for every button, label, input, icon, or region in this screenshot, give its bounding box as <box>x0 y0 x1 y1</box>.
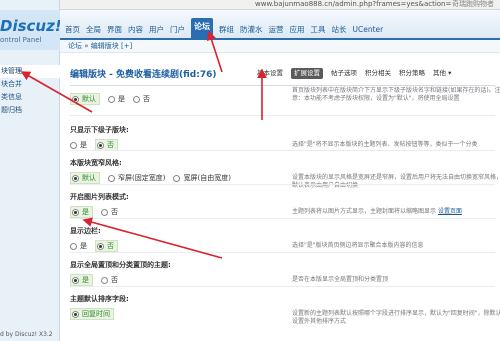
divider <box>70 115 495 116</box>
control-panel-subtitle: ontrol Panel <box>0 36 42 44</box>
nav-anti-spam[interactable]: 防灌水 <box>240 24 263 38</box>
nav-portal[interactable]: 门户 <box>170 24 185 38</box>
radio-yes[interactable] <box>72 208 79 216</box>
setting-label: 主题默认排序字段: <box>70 295 129 303</box>
option-default[interactable]: 默认 <box>70 93 100 105</box>
radio-yes[interactable] <box>72 276 79 284</box>
setting-hint: 选择"是"将不显示本版块的主题列表、发帖按钮等等，类似于一个分类 <box>292 141 478 148</box>
page-title: 编辑版块 - 免费收看连续剧(fid:76) <box>70 70 217 80</box>
discuz-logo: Discuz! <box>0 17 62 35</box>
nav-ucenter[interactable]: UCenter <box>353 24 384 38</box>
settings-tabs: 基本设置 扩展设置 帖子选项 积分相关 积分策略 其他 ▾ <box>257 68 459 79</box>
radio-yes[interactable] <box>108 95 115 103</box>
radio-wide[interactable] <box>173 174 181 182</box>
nav-tools[interactable]: 工具 <box>311 24 326 38</box>
nav-home[interactable]: 首页 <box>65 24 80 38</box>
nav-operations[interactable]: 运营 <box>269 24 284 38</box>
powered-by: d by Discuz! X3.2 <box>0 331 53 338</box>
radio-yes[interactable] <box>70 242 77 250</box>
tab-basic-settings[interactable]: 基本设置 <box>257 68 283 79</box>
address-url[interactable]: www.bajunmao888.cn/admin.php?frames=yes&… <box>255 0 451 9</box>
setting-default-sort: 主题默认排序字段: 回复时间 设置新的主题列表默认按照哪个字段进行排序显示，默认… <box>70 294 500 325</box>
breadcrumb[interactable]: 论坛 » 编辑版块 [+] <box>60 40 500 53</box>
tab-post-options[interactable]: 帖子选项 <box>331 68 357 79</box>
setting-only-subforums: 只显示下级子版块: 是 否 选择"是"将不显示本版块的主题列表、发帖按钮等等，类… <box>70 125 500 151</box>
option-narrow[interactable]: 窄屏(固定宽度) <box>108 173 165 183</box>
radio-no[interactable] <box>133 95 140 103</box>
radio-no[interactable] <box>97 242 104 250</box>
setting-label: 开启图片列表模式: <box>70 193 129 201</box>
sidebar-item-category-info[interactable]: 类信息 <box>0 91 60 104</box>
option-yes[interactable]: 是 <box>70 241 87 251</box>
nav-interface[interactable]: 界面 <box>107 24 122 38</box>
main-content: 编辑版块 - 免费收看连续剧(fid:76) 基本设置 扩展设置 帖子选项 积分… <box>60 53 500 341</box>
setting-show-subforums: 默认 是 否 首页版块列表中在版块简介下方显示下级子版块名字和链接(如果存在的话… <box>70 87 500 105</box>
divider <box>70 150 495 151</box>
nav-users[interactable]: 用户 <box>149 24 164 38</box>
radio-no[interactable] <box>101 208 108 216</box>
option-no[interactable]: 否 <box>133 94 150 104</box>
browser-address-bar[interactable]: www.bajunmao888.cn/admin.php?frames=yes&… <box>60 0 500 10</box>
side-nav: 块管理 块合并 类信息 题归档 <box>0 65 60 117</box>
radio-no[interactable] <box>101 276 108 284</box>
tab-credit-related[interactable]: 积分相关 <box>365 68 391 79</box>
divider <box>70 85 495 86</box>
divider <box>70 218 495 219</box>
settings-page-link[interactable]: 设置页面 <box>438 208 462 215</box>
setting-label: 只显示下级子版块: <box>70 126 129 134</box>
setting-show-global-sticky: 显示全局置顶和分类置顶的主题: 是 否 是否在本版显示全局置顶和分类置顶 <box>70 260 500 286</box>
nav-apps[interactable]: 应用 <box>290 24 305 38</box>
tab-credit-policy[interactable]: 积分策略 <box>399 68 425 79</box>
option-no[interactable]: 否 <box>101 207 118 217</box>
option-yes[interactable]: 是 <box>108 94 125 104</box>
nav-groups[interactable]: 群组 <box>219 24 234 38</box>
setting-hint: 是否在本版显示全局置顶和分类置顶 <box>292 276 389 283</box>
setting-width-style: 本版块宽窄风格: 默认 窄屏(固定宽度) 宽屏(自由宽度) 设置本版块的显示风格… <box>70 158 500 189</box>
option-yes[interactable]: 是 <box>70 140 87 150</box>
setting-image-list-mode: 开启图片列表模式: 是 否 主题列表将以图片方式显示，主题封面将以缩略图显示 设… <box>70 192 500 218</box>
logo-block: Discuz! ontrol Panel <box>0 10 62 50</box>
option-wide[interactable]: 宽屏(自由宽度) <box>173 173 231 183</box>
sidebar-item-forum-merge[interactable]: 块合并 <box>0 78 60 91</box>
setting-hint: 主题列表将以图片方式显示，主题封面将以缩略图显示 设置页面 <box>292 208 462 215</box>
radio-reply-time[interactable] <box>72 310 79 318</box>
setting-show-sidebar: 显示边栏: 是 否 选择"是"版块首页侧边将显示聚合本版内容的信息 <box>70 226 500 252</box>
setting-label: 显示全局置顶和分类置顶的主题: <box>70 261 171 269</box>
sidebar-item-forum-manage[interactable]: 块管理 <box>0 65 60 78</box>
radio-narrow[interactable] <box>108 174 115 182</box>
browser-tab-fragment: 奇瑞跑购物者 <box>452 0 494 8</box>
left-sidebar: Discuz! ontrol Panel 块管理 块合并 类信息 题归档 d b… <box>0 0 62 341</box>
radio-default[interactable] <box>72 95 79 103</box>
divider <box>70 286 495 287</box>
divider <box>70 252 495 253</box>
sidebar-item-topic-archive[interactable]: 题归档 <box>0 104 60 117</box>
nav-forum[interactable]: 论坛 <box>191 18 213 38</box>
nav-content[interactable]: 内容 <box>128 24 143 38</box>
top-nav: 首页 全局 界面 内容 用户 门户 论坛 群组 防灌水 运营 应用 工具 站长 … <box>60 10 500 40</box>
setting-label: 本版块宽窄风格: <box>70 159 122 167</box>
divider <box>70 184 495 185</box>
option-yes[interactable]: 是 <box>70 274 93 286</box>
setting-hint: 设置新的主题列表默认按照哪个字段进行排序显示，默认为"回复时间"，除默认设置外其… <box>292 310 500 325</box>
tab-extended-settings[interactable]: 扩展设置 <box>291 68 323 79</box>
radio-default[interactable] <box>72 174 79 182</box>
option-no[interactable]: 否 <box>101 275 118 285</box>
tab-other[interactable]: 其他 ▾ <box>433 68 451 79</box>
nav-webmaster[interactable]: 站长 <box>332 24 347 38</box>
setting-hint: 选择"是"版块首页侧边将显示聚合本版内容的信息 <box>292 242 424 249</box>
radio-yes[interactable] <box>70 141 77 149</box>
setting-hint: 设置本版块的显示风格是宽屏还是窄屏，设置后用户将无法自由切换宽窄风格，默认表示由… <box>292 174 500 189</box>
option-yes[interactable]: 是 <box>70 206 93 218</box>
option-reply-time[interactable]: 回复时间 <box>70 308 114 320</box>
radio-no[interactable] <box>97 141 104 149</box>
setting-hint: 首页版块列表中在版块简介下方显示下级子版块名字和链接(如果存在的话)。注意：本功… <box>292 87 500 102</box>
setting-label: 显示边栏: <box>70 227 101 235</box>
option-default[interactable]: 默认 <box>70 172 100 184</box>
option-no[interactable]: 否 <box>95 240 118 252</box>
nav-global[interactable]: 全局 <box>86 24 101 38</box>
